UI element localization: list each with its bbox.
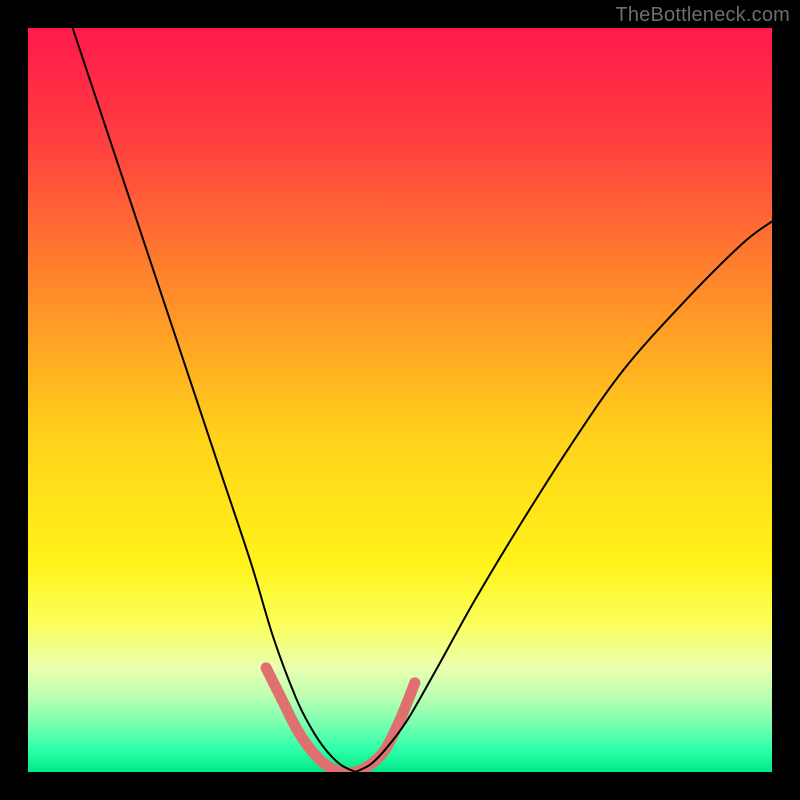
- watermark-text: TheBottleneck.com: [615, 4, 790, 27]
- chart-frame: TheBottleneck.com: [0, 0, 800, 800]
- curve-left-path: [73, 28, 356, 772]
- plot-area: [28, 28, 772, 772]
- curves-layer: [28, 28, 772, 772]
- bottom-highlight-path: [266, 668, 415, 772]
